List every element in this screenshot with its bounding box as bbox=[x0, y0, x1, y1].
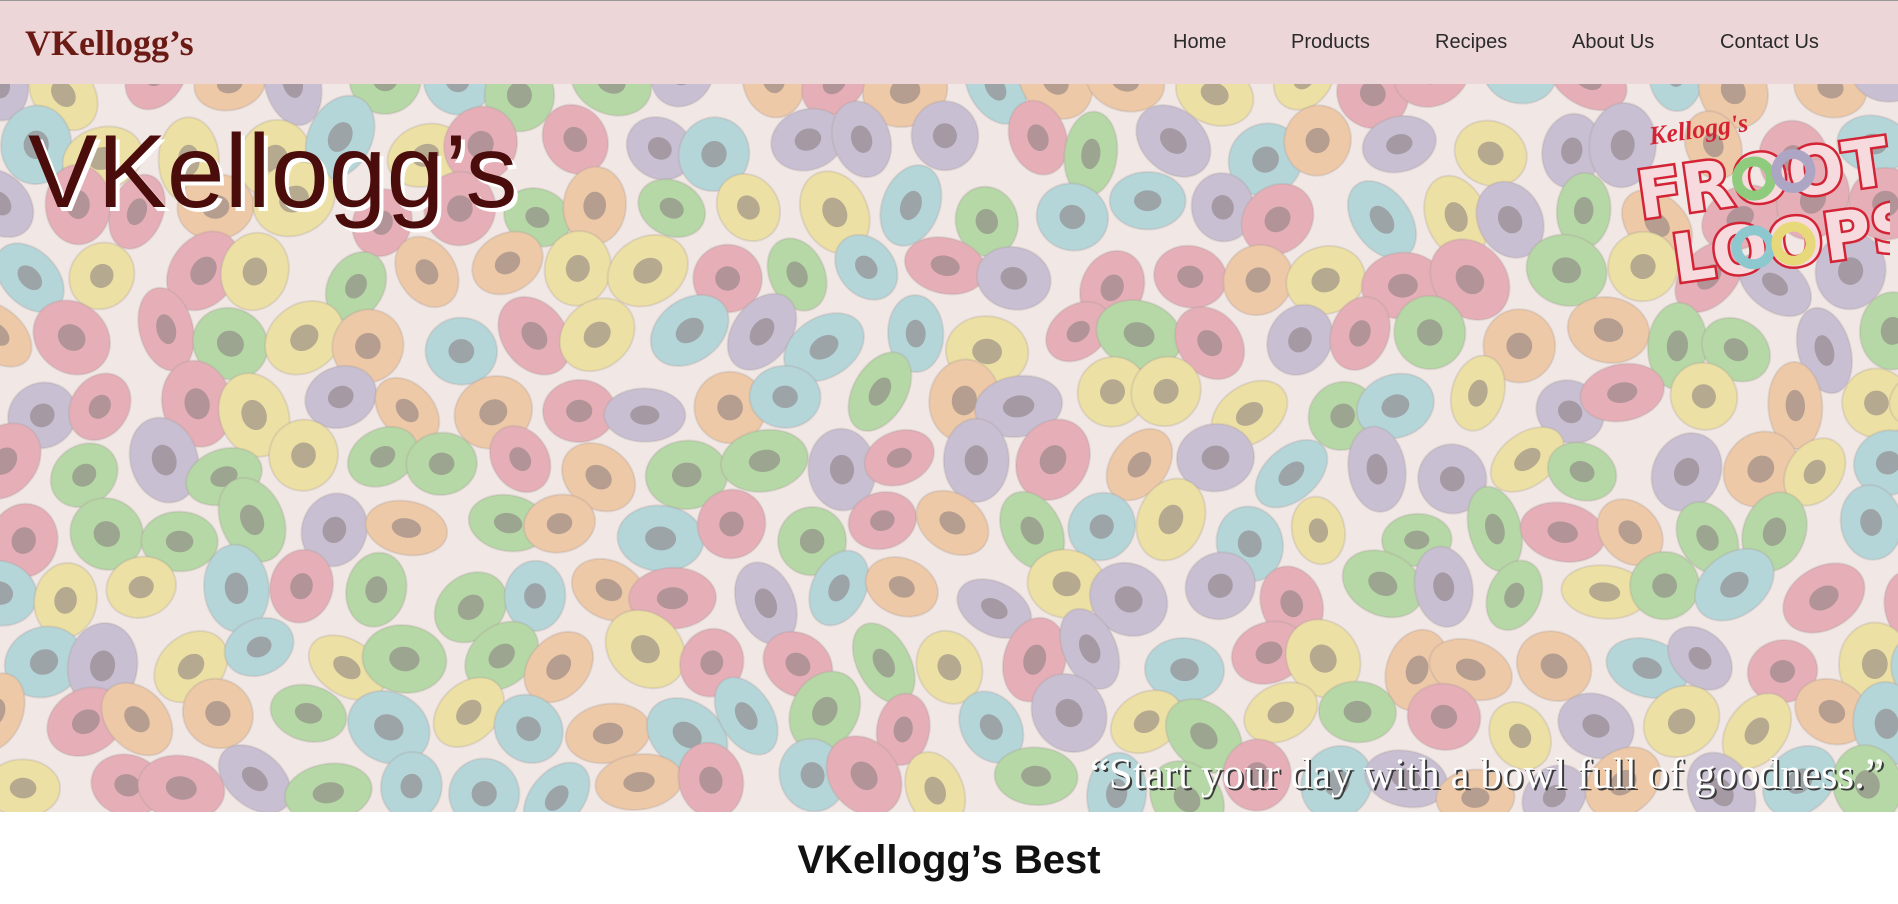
hero-title: VKellogg’s bbox=[28, 114, 518, 230]
section-title: VKellogg’s Best bbox=[797, 838, 1101, 882]
brand-logo-link[interactable]: VKellogg’s bbox=[25, 23, 194, 63]
hero-quote: “Start your day with a bowl full of good… bbox=[1089, 751, 1884, 798]
nav-link-home[interactable]: Home bbox=[1173, 30, 1226, 54]
hero-banner: VKellogg’s Kellogg's FROOT LOOPS “Start … bbox=[0, 84, 1898, 812]
nav-link-products[interactable]: Products bbox=[1291, 30, 1370, 54]
top-navbar: VKellogg’s Home Products Recipes About U… bbox=[0, 0, 1898, 84]
nav-link-recipes[interactable]: Recipes bbox=[1435, 30, 1507, 54]
froot-loops-logo-icon: Kellogg's FROOT LOOPS bbox=[1630, 108, 1890, 290]
nav-link-about-us[interactable]: About Us bbox=[1572, 30, 1654, 54]
nav-link-contact-us[interactable]: Contact Us bbox=[1720, 30, 1819, 54]
